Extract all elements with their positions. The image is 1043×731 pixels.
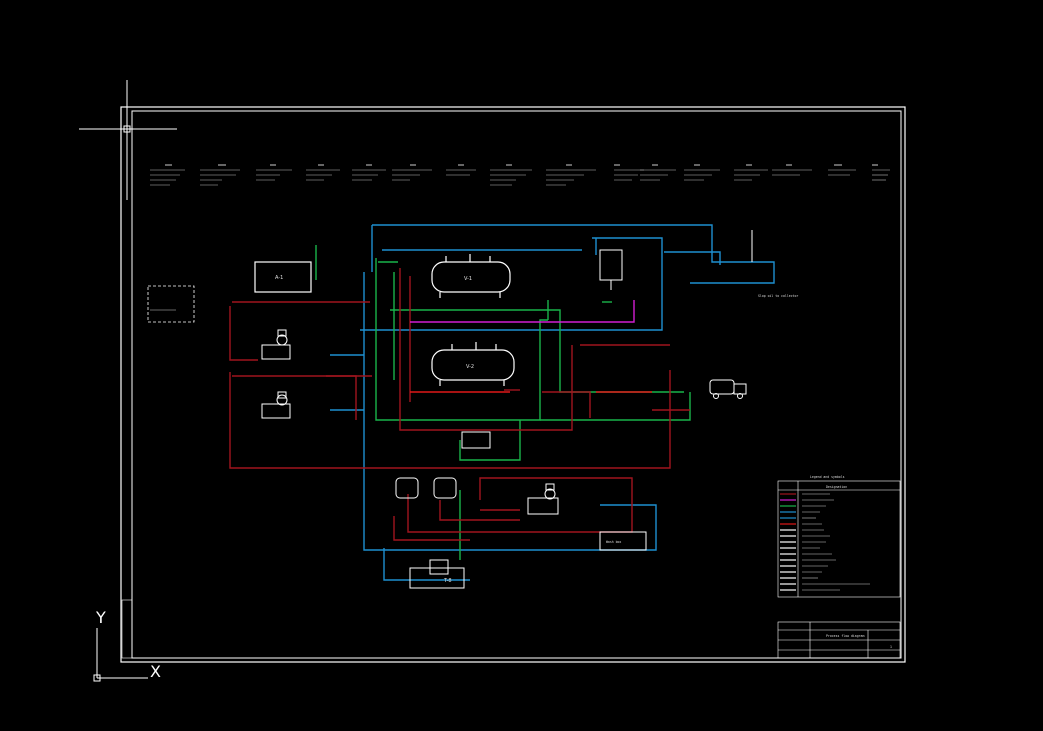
crosshair-cursor-icon [79,80,177,200]
legend-text-rows [802,493,870,591]
legend-header: Designation [826,485,847,489]
tank-a1-label: A-1 [275,275,283,281]
cad-drawing-canvas[interactable]: Y X V-1 V-2 A-1 T-8 Wash box Slop oil to… [0,0,1043,731]
legend-title: Legend and symbols [810,475,845,479]
title-block [777,621,901,659]
truck-icon [709,379,747,399]
storage-tanks[interactable] [395,477,457,499]
drawing-frame [120,106,906,663]
legend-table [777,480,901,598]
highlight-pipelines [410,300,652,393]
sump-t8-label: T-8 [443,578,452,584]
vessel-v1-label: V-1 [464,276,472,282]
equipment-spec-row [150,169,890,186]
vessel-v2-label: V-2 [466,364,474,370]
title-block-title: Process flow diagram [826,634,864,638]
green-pipelines [315,245,691,560]
sump-t8[interactable] [409,567,465,589]
blue-pipelines [330,224,775,581]
title-block-sheet: 1 [890,645,892,649]
legend-swatches [780,493,796,591]
ucs-y-label: Y [95,608,106,627]
wash-box-note: Wash box [606,540,621,544]
inlet-box [147,285,195,323]
ucs-x-label: X [150,662,161,681]
drain-note: Slop oil to collector [758,294,798,298]
separator-column[interactable] [599,249,623,290]
